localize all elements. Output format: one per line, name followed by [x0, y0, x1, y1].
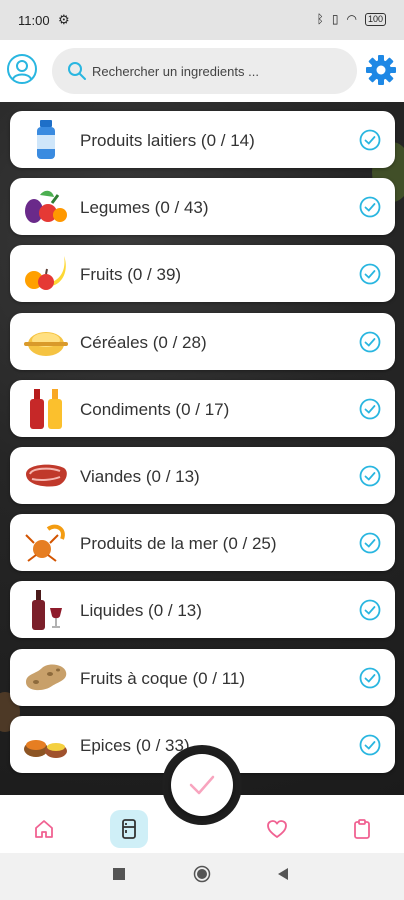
fridge-icon: [122, 819, 136, 839]
status-bar: 11:00 ⚙ ᛒ ▯ ◠ 100: [0, 0, 404, 40]
check-circle-icon[interactable]: [359, 465, 381, 487]
cereals-icon: [24, 331, 68, 356]
category-list-area[interactable]: Produits laitiers (0 / 14) Legumes (0 / …: [0, 102, 404, 795]
meat-icon: [26, 464, 67, 487]
category-item-fruits[interactable]: Fruits (0 / 39): [10, 245, 395, 303]
system-nav-bar: [0, 853, 404, 900]
category-item-fruits-a-coque[interactable]: Fruits à coque (0 / 11): [10, 648, 395, 706]
category-label: Liquides (0 / 13): [80, 601, 202, 621]
category-list: Produits laitiers (0 / 14) Legumes (0 / …: [10, 111, 395, 783]
nav-home-button[interactable]: [25, 810, 63, 848]
category-label: Legumes (0 / 43): [80, 198, 209, 218]
bluetooth-icon: ᛒ: [316, 12, 324, 26]
check-circle-icon[interactable]: [359, 734, 381, 756]
category-label: Produits laitiers (0 / 14): [80, 131, 255, 150]
category-label: Produits de la mer (0 / 25): [80, 534, 277, 554]
battery-icon: 100: [364, 12, 386, 26]
category-item-viandes[interactable]: Viandes (0 / 13): [10, 446, 395, 504]
nuts-icon: [26, 664, 67, 690]
status-icons: ᛒ ▯ ◠ 100: [317, 12, 386, 26]
nav-list-button[interactable]: [343, 810, 381, 848]
vegetables-icon: [25, 190, 67, 224]
category-item-produits-laitiers[interactable]: Produits laitiers (0 / 14): [10, 111, 395, 168]
check-circle-icon[interactable]: [359, 398, 381, 420]
check-circle-icon[interactable]: [359, 599, 381, 621]
category-item-cereales[interactable]: Céréales (0 / 28): [10, 312, 395, 370]
profile-avatar-icon[interactable]: [6, 53, 38, 85]
category-label: Fruits (0 / 39): [80, 265, 182, 285]
recents-icon[interactable]: [112, 867, 126, 881]
search-bar[interactable]: [52, 48, 357, 94]
clipboard-icon: [354, 819, 370, 839]
category-item-condiments[interactable]: Condiments (0 / 17): [10, 379, 395, 437]
condiments-icon: [30, 388, 62, 429]
check-circle-icon[interactable]: [359, 263, 381, 285]
category-label: Céréales (0 / 28): [80, 332, 207, 352]
heart-icon: [267, 820, 287, 838]
fruits-icon: [25, 256, 66, 291]
category-label: Fruits à coque (0 / 11): [80, 668, 246, 688]
search-input[interactable]: [92, 59, 342, 83]
milk-bottle-icon: [37, 120, 55, 159]
search-icon: [68, 62, 86, 80]
check-circle-icon[interactable]: [359, 196, 381, 218]
check-icon: [189, 775, 215, 795]
category-label: Epices (0 / 33): [80, 735, 190, 755]
check-circle-icon[interactable]: [359, 667, 381, 689]
vibrate-icon: ▯: [331, 12, 339, 26]
check-circle-icon[interactable]: [359, 331, 381, 353]
back-icon[interactable]: [276, 867, 290, 881]
nav-favorites-button[interactable]: [258, 810, 296, 848]
confirm-fab-button[interactable]: [171, 754, 233, 816]
wifi-icon: ◠: [346, 12, 357, 26]
check-circle-icon[interactable]: [359, 532, 381, 554]
seafood-icon: [25, 524, 65, 562]
category-item-produits-de-la-mer[interactable]: Produits de la mer (0 / 25): [10, 514, 395, 572]
category-item-legumes[interactable]: Legumes (0 / 43): [10, 178, 395, 236]
status-time: 11:00: [18, 13, 50, 28]
wine-icon: [32, 590, 62, 631]
dnd-icon: ⚙: [58, 12, 70, 27]
top-bar: [0, 40, 404, 102]
gear-icon[interactable]: [364, 53, 398, 87]
category-label: Viandes (0 / 13): [80, 466, 200, 486]
home-icon: [35, 820, 53, 838]
spices-icon: [24, 739, 67, 758]
category-label: Condiments (0 / 17): [80, 399, 230, 419]
check-circle-icon[interactable]: [359, 129, 381, 151]
category-item-liquides[interactable]: Liquides (0 / 13): [10, 581, 395, 639]
home-button-icon[interactable]: [193, 865, 211, 883]
nav-fridge-button[interactable]: [110, 810, 148, 848]
